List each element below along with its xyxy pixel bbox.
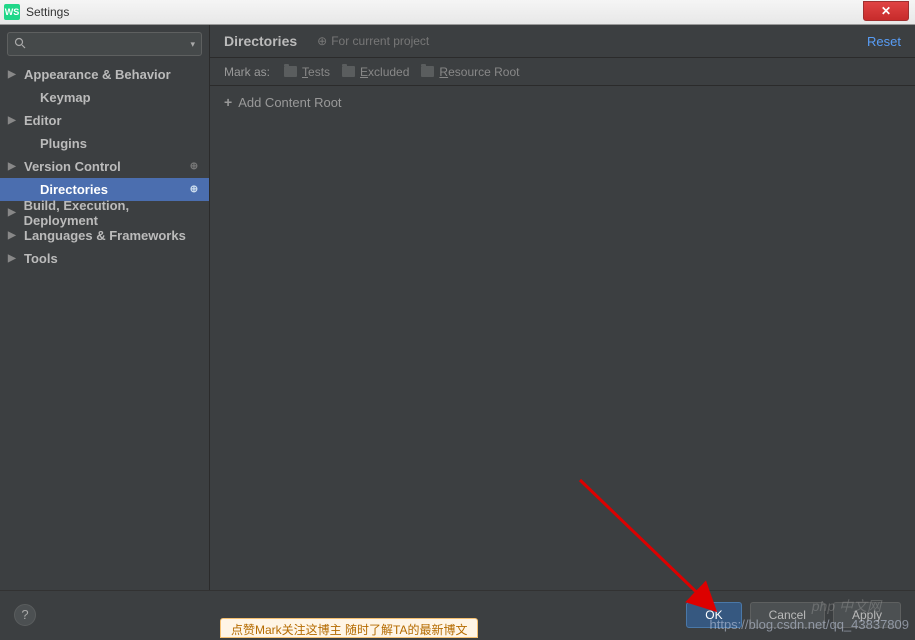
mark-tests-label: Tests [302, 65, 330, 79]
php-watermark: php 中文网 [812, 596, 881, 616]
tree-label: Keymap [40, 90, 91, 105]
window-controls: ✕ [863, 4, 911, 21]
titlebar: WS Settings ✕ [0, 0, 915, 25]
add-root-label: Add Content Root [238, 95, 341, 110]
search-dropdown-icon[interactable]: ▾ [190, 39, 195, 50]
folder-icon [284, 66, 297, 77]
settings-tree: ▶Appearance & Behavior ▶Keymap ▶Editor ▶… [0, 61, 209, 590]
mark-resource-root[interactable]: Resource Root [421, 65, 519, 79]
tree-label: Version Control [24, 159, 121, 174]
window-title: Settings [26, 5, 69, 19]
tree-item-editor[interactable]: ▶ Editor [0, 109, 209, 132]
chevron-right-icon: ▶ [8, 253, 20, 264]
content-header: Directories ⊕ For current project Reset [210, 25, 915, 58]
orange-tip-overlay: 点赞Mark关注这博主 随时了解TA的最新博文 [220, 618, 478, 638]
plus-icon: + [224, 94, 232, 110]
sidebar: ▾ ▶Appearance & Behavior ▶Keymap ▶Editor… [0, 25, 210, 590]
mark-tests[interactable]: Tests [284, 65, 330, 79]
project-badge-icon: ⊕ [187, 160, 201, 174]
content-panel: Directories ⊕ For current project Reset … [210, 25, 915, 590]
help-button[interactable]: ? [14, 604, 36, 626]
mark-as-row: Mark as: Tests Excluded Resource Root [210, 58, 915, 86]
tree-item-appearance[interactable]: ▶ Appearance & Behavior [0, 63, 209, 86]
ok-button[interactable]: OK [686, 602, 741, 628]
tree-item-tools[interactable]: ▶ Tools [0, 247, 209, 270]
mark-excluded-label: Excluded [360, 65, 409, 79]
chevron-right-icon: ▶ [8, 69, 20, 80]
chevron-right-icon: ▶ [8, 230, 20, 241]
tree-item-version-control[interactable]: ▶ Version Control ⊕ [0, 155, 209, 178]
mark-resource-label: Resource Root [439, 65, 519, 79]
tree-item-languages[interactable]: ▶ Languages & Frameworks [0, 224, 209, 247]
tree-label: Editor [24, 113, 62, 128]
tree-item-build[interactable]: ▶Build, Execution, Deployment [0, 201, 209, 224]
folder-icon [421, 66, 434, 77]
for-project-text: For current project [331, 34, 429, 48]
tree-label: Build, Execution, Deployment [24, 198, 201, 228]
main-container: ▾ ▶Appearance & Behavior ▶Keymap ▶Editor… [0, 25, 915, 590]
content-title: Directories [224, 33, 297, 49]
project-badge-icon: ⊕ [317, 34, 327, 48]
folder-icon [342, 66, 355, 77]
tree-item-plugins[interactable]: ▶Plugins [0, 132, 209, 155]
tree-label: Tools [24, 251, 58, 266]
tree-label: Plugins [40, 136, 87, 151]
app-icon: WS [4, 4, 20, 20]
chevron-right-icon: ▶ [8, 115, 20, 126]
tree-label: Appearance & Behavior [24, 67, 171, 82]
search-icon [14, 37, 26, 52]
search-bar[interactable]: ▾ [7, 32, 202, 56]
add-content-root[interactable]: + Add Content Root [210, 86, 915, 118]
close-button[interactable]: ✕ [863, 1, 909, 21]
chevron-right-icon: ▶ [8, 207, 20, 218]
tree-label: Directories [40, 182, 108, 197]
search-input[interactable] [30, 37, 190, 51]
for-project-label: ⊕ For current project [317, 34, 429, 48]
project-badge-icon: ⊕ [187, 183, 201, 197]
mark-as-label: Mark as: [224, 65, 270, 79]
tree-item-keymap[interactable]: ▶Keymap [0, 86, 209, 109]
reset-link[interactable]: Reset [867, 34, 901, 49]
tree-label: Languages & Frameworks [24, 228, 186, 243]
chevron-right-icon: ▶ [8, 161, 20, 172]
mark-excluded[interactable]: Excluded [342, 65, 409, 79]
